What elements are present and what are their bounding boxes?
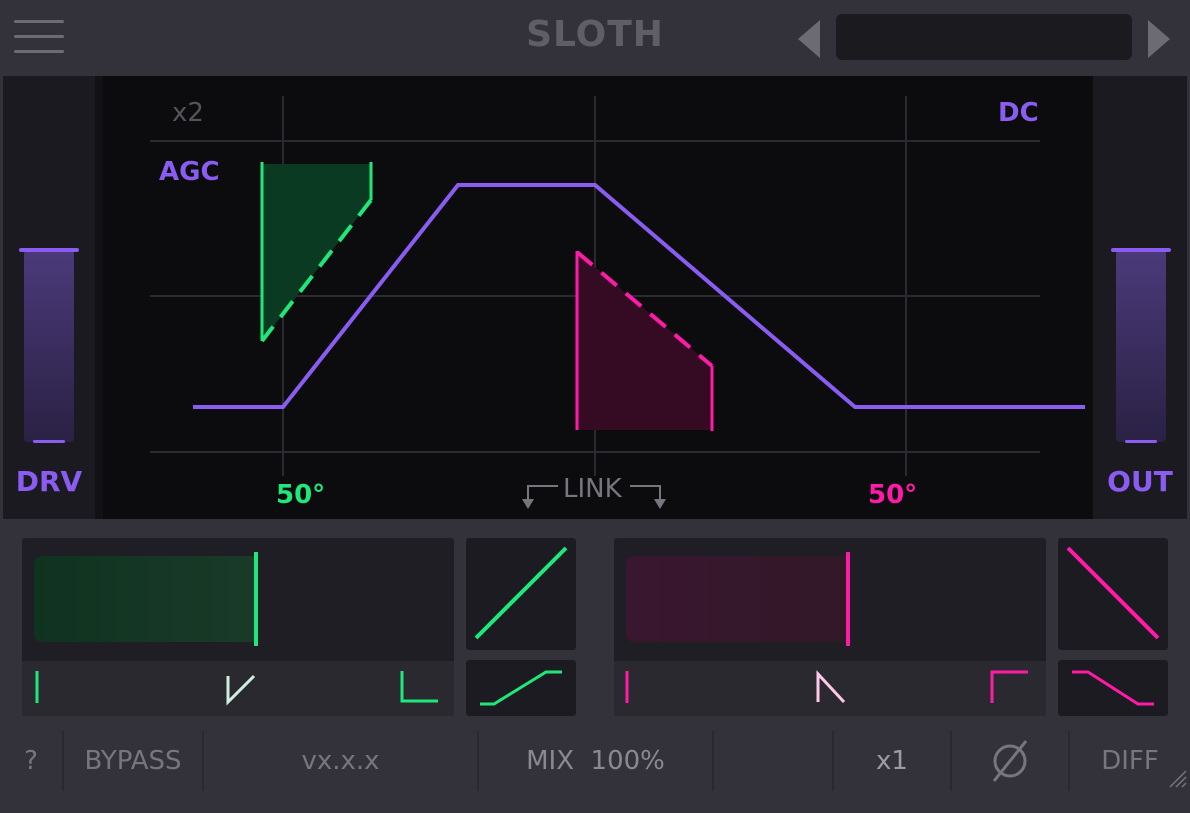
hamburger-icon-line — [14, 20, 64, 23]
plugin-title: SLOTH — [526, 14, 664, 55]
green-slope-button[interactable] — [466, 538, 576, 650]
help-button[interactable]: ? — [0, 731, 62, 791]
drive-label: DRV — [15, 465, 83, 498]
preset-name-display[interactable] — [836, 14, 1132, 60]
link-arrow-right-icon — [654, 499, 666, 509]
pink-amount-handle[interactable] — [846, 552, 850, 646]
right-angle-value: 50° — [868, 480, 918, 510]
output-slider-bottom — [1125, 440, 1157, 443]
green-mode-flat-icon[interactable] — [30, 668, 50, 708]
hamburger-icon-line — [14, 35, 64, 38]
drive-slider[interactable] — [24, 250, 74, 442]
pink-curve-button[interactable] — [1058, 660, 1168, 716]
green-amount-handle[interactable] — [254, 552, 258, 646]
output-slider-handle[interactable] — [1111, 248, 1171, 252]
pink-mode-notch-icon[interactable] — [812, 668, 852, 708]
hamburger-icon-line — [14, 50, 64, 53]
preset-next-button[interactable] — [1144, 18, 1172, 60]
mix-control[interactable]: MIX 100% — [479, 731, 712, 791]
ramp-up-icon — [480, 670, 562, 706]
drive-slider-handle[interactable] — [19, 248, 79, 252]
slope-down-icon — [1066, 546, 1160, 640]
dc-label[interactable]: DC — [998, 98, 1039, 128]
ramp-down-icon — [1072, 670, 1154, 706]
left-angle-value: 50° — [276, 480, 326, 510]
mix-label: MIX — [526, 746, 575, 776]
output-label: OUT — [1107, 465, 1173, 498]
oversample-indicator: x2 — [172, 98, 204, 128]
phase-invert-icon — [992, 740, 1028, 782]
pink-slope-button[interactable] — [1058, 538, 1168, 650]
transfer-graph[interactable] — [103, 76, 1093, 519]
oversample-button[interactable]: x1 — [834, 731, 950, 791]
resize-grip-icon[interactable] — [1168, 769, 1188, 789]
footer-divider — [712, 731, 714, 791]
link-toggle[interactable]: LINK — [563, 474, 622, 504]
divider — [95, 76, 103, 519]
version-label: vx.x.x — [301, 746, 380, 776]
preset-prev-button[interactable] — [796, 18, 824, 60]
phase-invert-button[interactable] — [952, 731, 1068, 791]
bypass-button[interactable]: BYPASS — [64, 731, 202, 791]
triangle-right-icon — [1148, 20, 1170, 58]
link-arrow-left-icon — [522, 499, 534, 509]
pink-amount-fill[interactable] — [626, 556, 850, 642]
mix-value: 100% — [590, 746, 665, 776]
output-slider[interactable] — [1116, 250, 1166, 442]
agc-label[interactable]: AGC — [159, 157, 220, 187]
green-curve-button[interactable] — [466, 660, 576, 716]
pink-mode-flat-icon[interactable] — [620, 668, 640, 708]
green-amount-fill[interactable] — [34, 556, 258, 642]
pink-mode-shelf-icon[interactable] — [986, 668, 1034, 708]
pink-filter-shape[interactable] — [575, 250, 714, 431]
green-mode-notch-icon[interactable] — [222, 668, 262, 708]
slope-up-icon — [474, 546, 568, 640]
drive-slider-bottom — [33, 440, 65, 443]
triangle-left-icon — [798, 20, 820, 58]
menu-button[interactable] — [12, 16, 66, 58]
green-mode-shelf-icon[interactable] — [396, 668, 444, 708]
